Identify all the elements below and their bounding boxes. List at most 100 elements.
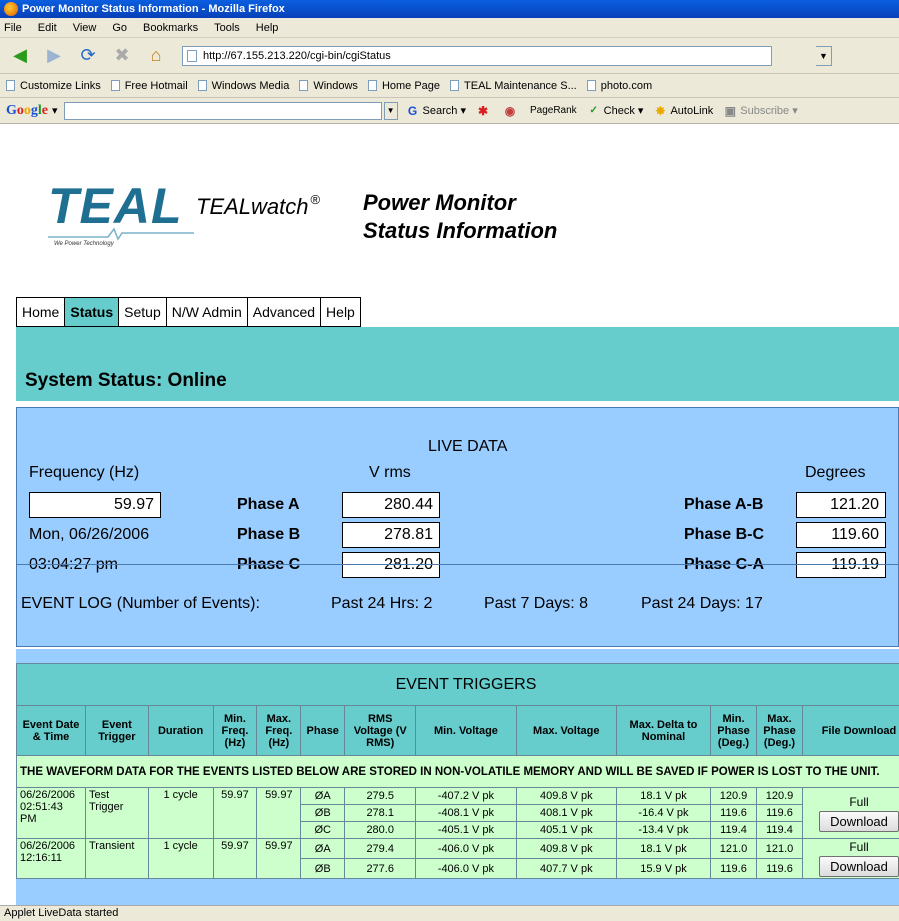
tab-status[interactable]: Status — [64, 297, 119, 327]
col-header: Max. Delta to Nominal — [615, 705, 712, 756]
tab-advanced[interactable]: Advanced — [246, 297, 321, 327]
menu-go[interactable]: Go — [112, 22, 127, 34]
google-search-input[interactable] — [63, 101, 382, 120]
max-phase-cell: 119.6 — [756, 858, 803, 879]
min-voltage-cell: -405.1 V pk — [415, 821, 517, 839]
event-log-row: EVENT LOG (Number of Events): Past 24 Hr… — [17, 564, 898, 646]
bookmark-item[interactable]: Free Hotmail — [110, 79, 188, 92]
phase-b-label: Phase B — [237, 526, 301, 543]
rms-cell: 278.1 — [344, 804, 417, 822]
address-dropdown-icon[interactable]: ▼ — [816, 45, 832, 66]
col-header: Event Trigger — [84, 705, 149, 756]
phase-cell: ØB — [300, 804, 346, 822]
min-voltage-cell: -408.1 V pk — [415, 804, 517, 822]
event-min-freq: 59.97 — [212, 787, 258, 839]
max-voltage-cell: 407.7 V pk — [515, 858, 617, 879]
bookmark-label: Customize Links — [20, 79, 101, 92]
tab-home[interactable]: Home — [16, 297, 65, 327]
logo-pulse-graphic — [48, 227, 194, 241]
min-voltage-cell: -406.0 V pk — [415, 858, 517, 879]
back-icon[interactable]: ◀ — [6, 42, 34, 70]
news-icon[interactable]: ✱ — [476, 104, 493, 118]
max-voltage-cell: 408.1 V pk — [515, 804, 617, 822]
menu-file[interactable]: File — [4, 22, 22, 34]
popup-blocker-icon[interactable]: ◉ — [503, 104, 520, 118]
registered-mark: ® — [310, 192, 321, 207]
address-bar[interactable]: http://67.155.213.220/cgi-bin/cgiStatus — [182, 45, 772, 66]
google-menu-chevron[interactable]: ▾ — [52, 104, 58, 117]
bookmark-item[interactable]: Customize Links — [6, 80, 101, 92]
spell-check-button[interactable]: ✓ Check ▾ — [587, 104, 643, 118]
download-button[interactable]: Download — [819, 856, 899, 877]
bookmark-label: TEAL Maintenance S... — [464, 79, 577, 92]
phase-cell: ØC — [300, 821, 346, 839]
menu-edit[interactable]: Edit — [38, 22, 57, 34]
frequency-label: Frequency (Hz) — [29, 464, 140, 481]
home-icon[interactable]: ⌂ — [142, 42, 170, 70]
google-logo[interactable]: Google — [6, 103, 48, 119]
phase-cell: ØA — [300, 787, 346, 805]
col-header: Min. Voltage — [415, 705, 517, 756]
max-phase-cell: 121.0 — [756, 838, 803, 859]
rms-cell: 279.5 — [344, 787, 417, 805]
phase-a-vrms: 280.44 — [342, 492, 440, 518]
event-count-24hrs: Past 24 Hrs: 2 — [331, 595, 433, 612]
delta-cell: 15.9 V pk — [615, 858, 712, 879]
event-min-freq: 59.97 — [212, 838, 258, 879]
delta-cell: 18.1 V pk — [615, 838, 712, 859]
event-max-freq: 59.97 — [256, 838, 302, 879]
col-header: Phase — [300, 705, 346, 756]
table-row: 06/26/2006 12:16:11 Transient 1 cycle 59… — [16, 838, 899, 879]
autolink-button[interactable]: ✸ AutoLink — [653, 104, 713, 118]
download-button[interactable]: Download — [819, 810, 899, 832]
phase-bc-degrees: 119.60 — [796, 522, 886, 548]
live-data-heading: LIVE DATA — [428, 438, 508, 455]
bookmark-label: Free Hotmail — [124, 79, 188, 92]
col-header: Duration — [147, 705, 214, 756]
bookmark-page-icon — [299, 80, 309, 91]
logo-text: TEAL — [48, 178, 183, 234]
event-count-24days: Past 24 Days: 17 — [641, 595, 763, 612]
reload-icon[interactable]: ⟳ — [74, 42, 102, 70]
autolink-icon: ✸ — [655, 103, 666, 118]
menu-help[interactable]: Help — [256, 22, 279, 34]
event-datetime: 06/26/2006 12:16:11 — [16, 838, 86, 879]
bookmark-item[interactable]: TEAL Maintenance S... — [450, 80, 577, 92]
google-search-button[interactable]: G Search ▾ — [406, 104, 466, 118]
degrees-label: Degrees — [805, 464, 866, 481]
max-phase-cell: 119.4 — [756, 821, 803, 839]
bookmark-item[interactable]: Home Page — [367, 80, 440, 92]
google-search-dropdown-icon[interactable]: ▼ — [383, 101, 398, 120]
subscribe-button[interactable]: ▣ Subscribe ▾ — [723, 104, 798, 118]
col-header: Max. Voltage — [515, 705, 617, 756]
system-status: System Status: Online — [25, 370, 227, 391]
stop-icon[interactable]: ✖ — [108, 42, 136, 70]
window-titlebar: Power Monitor Status Information - Mozil… — [0, 0, 899, 18]
phase-bc-label: Phase B-C — [684, 526, 765, 543]
tab-setup[interactable]: Setup — [118, 297, 166, 327]
col-header: Event Date & Time — [16, 705, 86, 756]
bookmark-label: photo.com — [600, 79, 653, 92]
phase-a-label: Phase A — [237, 496, 300, 513]
tab-nw-admin[interactable]: N/W Admin — [165, 297, 247, 327]
col-header: Max. Freq. (Hz) — [256, 705, 302, 756]
bookmark-page-icon — [367, 80, 377, 91]
rss-icon: ▣ — [724, 103, 736, 118]
menu-tools[interactable]: Tools — [214, 22, 240, 34]
bookmark-page-icon — [450, 80, 460, 91]
status-bar: Applet LiveData started — [0, 905, 899, 921]
bookmark-item[interactable]: Windows Media — [197, 80, 289, 92]
event-trigger: Transient — [84, 838, 149, 879]
menu-view[interactable]: View — [73, 22, 97, 34]
forward-icon[interactable]: ▶ — [40, 42, 68, 70]
tab-help[interactable]: Help — [320, 297, 361, 327]
table-row: 06/26/2006 02:51:43 PM Test Trigger 1 cy… — [16, 787, 899, 839]
download-type-label: Full — [849, 840, 869, 854]
max-voltage-cell: 409.8 V pk — [515, 787, 617, 805]
min-phase-cell: 119.4 — [710, 821, 757, 839]
bookmark-item[interactable]: photo.com — [586, 79, 653, 92]
bookmark-item[interactable]: Windows — [299, 80, 358, 92]
menu-bookmarks[interactable]: Bookmarks — [143, 22, 198, 34]
bookmark-page-icon — [586, 80, 596, 91]
event-duration: 1 cycle — [147, 787, 214, 839]
